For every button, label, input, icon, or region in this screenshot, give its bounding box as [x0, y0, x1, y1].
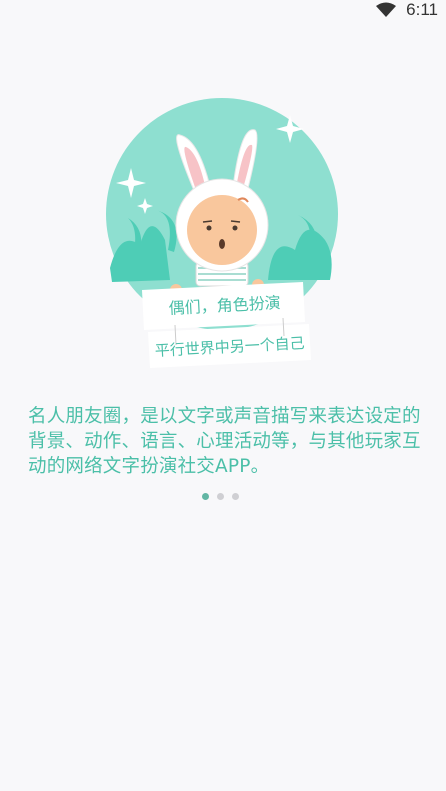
intro-description: 名人朋友圈，是以文字或声音描写来表达设定的背景、动作、语言、心理活动等，与其他玩… — [28, 406, 421, 477]
page-dot — [232, 492, 239, 500]
onboarding-illustration: 偶们，角色扮演 平行世界中另一个自己 — [106, 98, 338, 368]
sign-board: 偶们，角色扮演 平行世界中另一个自己 — [142, 282, 311, 368]
page-indicator — [202, 492, 239, 500]
page-dot-active — [202, 492, 209, 500]
page-dot — [217, 492, 224, 500]
character-face — [187, 195, 257, 265]
